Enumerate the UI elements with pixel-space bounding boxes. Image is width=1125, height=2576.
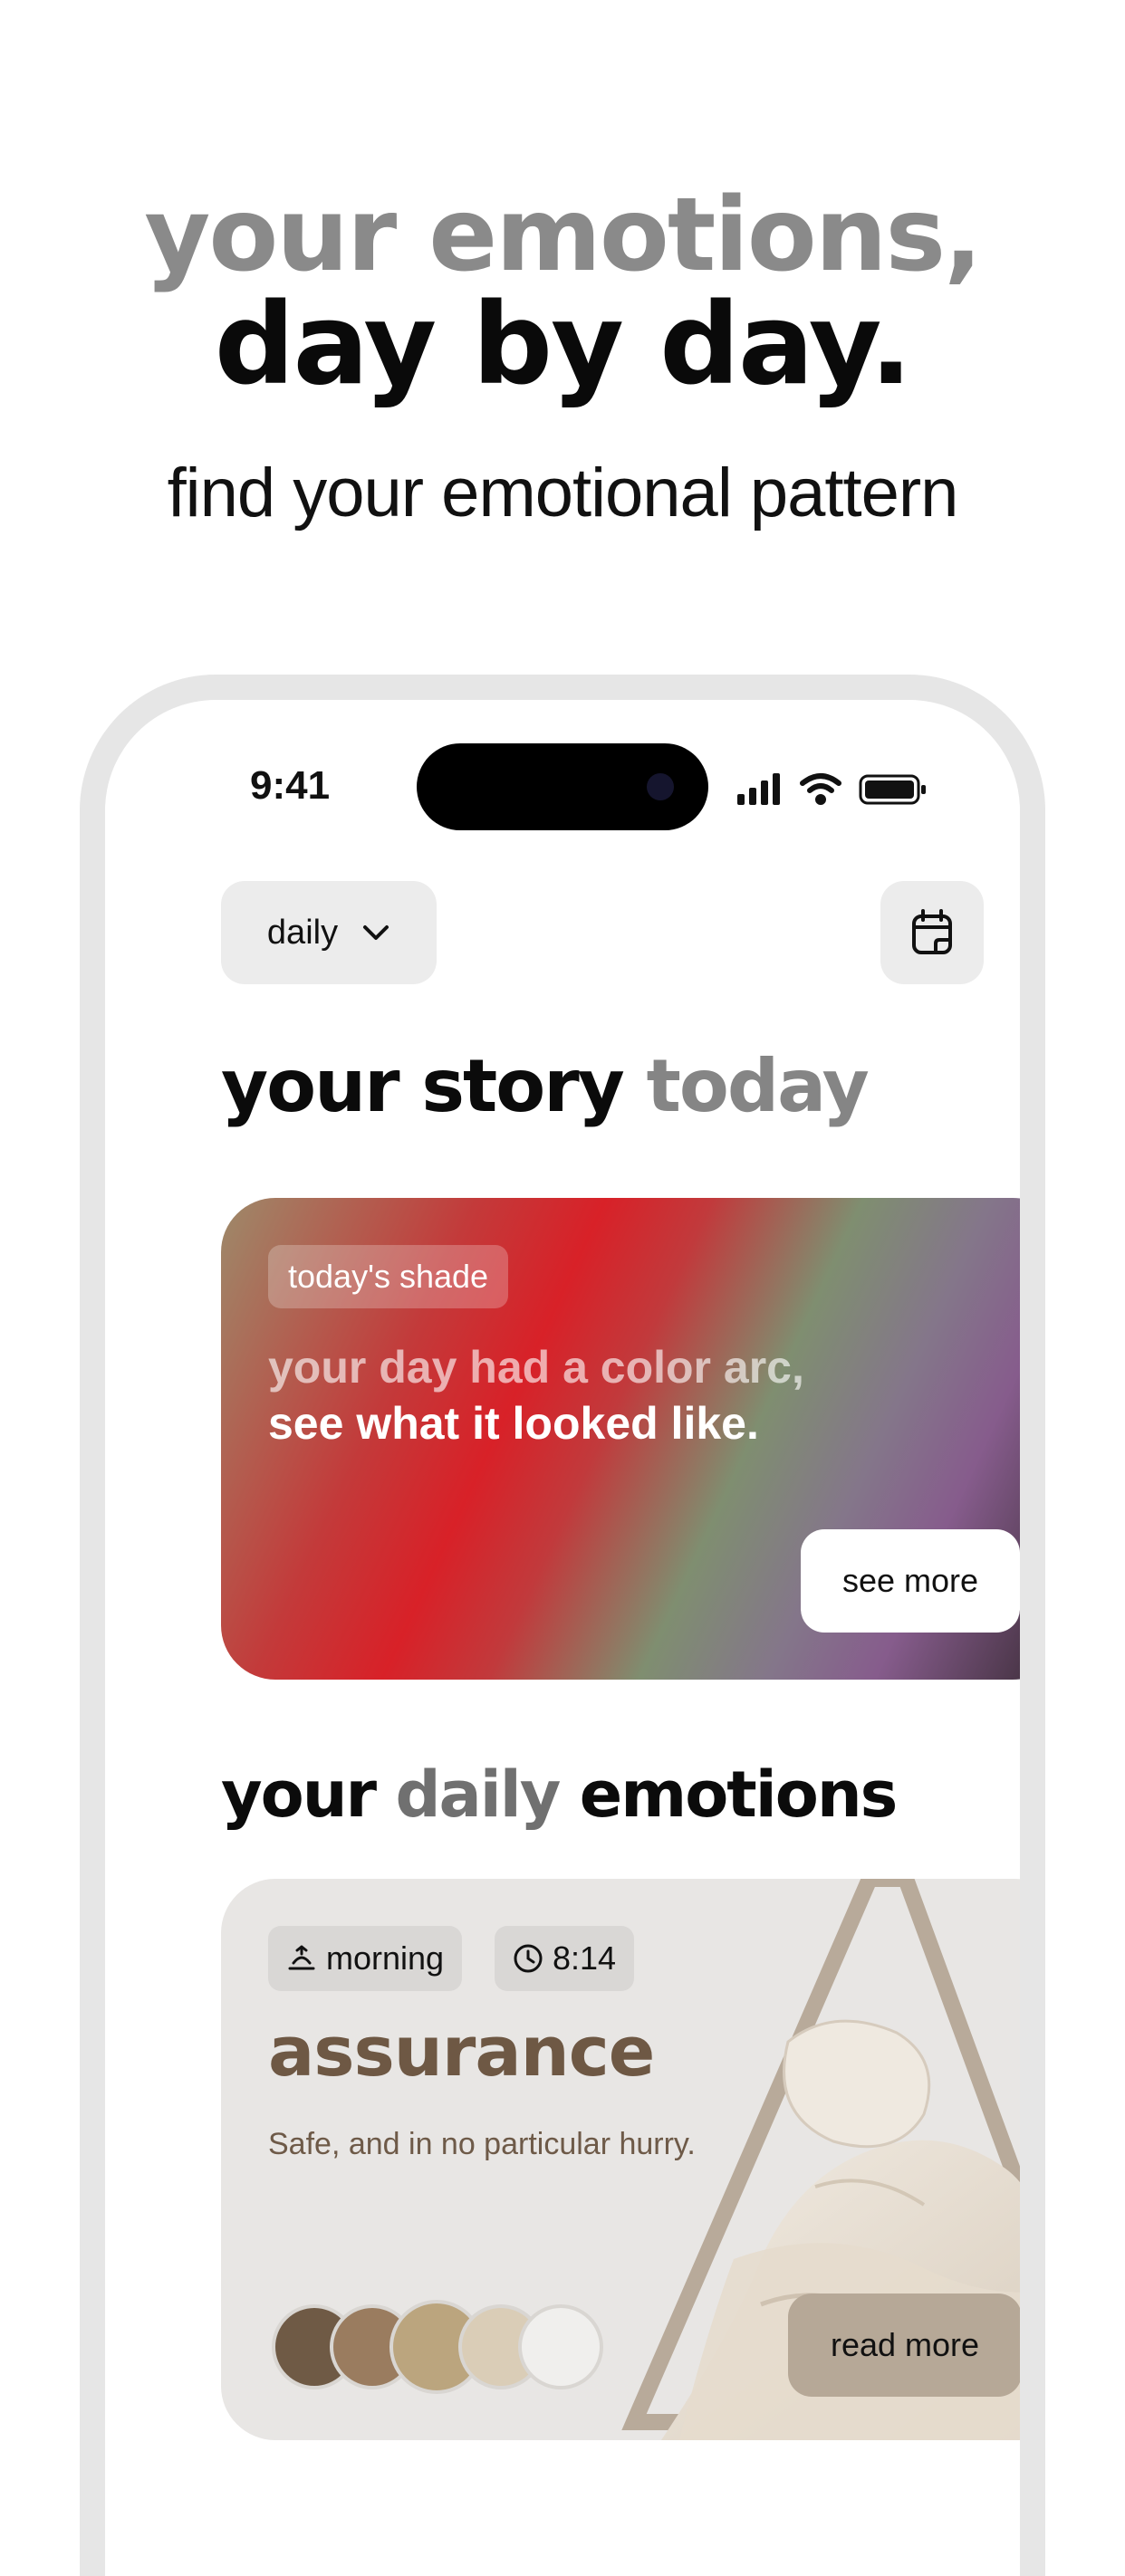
status-icons (737, 773, 926, 805)
color-swatches (272, 2300, 616, 2395)
emotions-title-accent: daily (395, 1757, 561, 1832)
hero-subtitle: find your emotional pattern (167, 455, 959, 531)
sunrise-icon (288, 1945, 315, 1970)
story-title-main: your story (221, 1044, 625, 1128)
emotion-card[interactable]: morning 8:14 assurance Safe, and in no p… (221, 1879, 1020, 2440)
swatch-5 (518, 2304, 603, 2389)
clock-icon (514, 1944, 543, 1973)
cellular-signal-icon (737, 773, 780, 805)
wifi-icon (800, 773, 841, 805)
calendar-icon (912, 909, 952, 954)
phone-frame: 9:41 daily your story today today's shad… (80, 675, 1045, 2576)
time-tag: 8:14 (495, 1926, 635, 1991)
see-more-button[interactable]: see more (801, 1529, 1020, 1633)
story-title: your story today (221, 1044, 870, 1128)
period-dropdown-label: daily (266, 913, 339, 952)
time-of-day-tag: morning (268, 1926, 463, 1991)
read-more-button[interactable]: read more (788, 2294, 1020, 2397)
time-of-day-label: morning (326, 1939, 445, 1977)
chevron-down-icon (363, 925, 389, 940)
emotion-description: Safe, and in no particular hurry. (268, 2127, 696, 2161)
hero-headline-line1: your emotions, (144, 177, 982, 294)
period-dropdown[interactable]: daily (221, 881, 437, 984)
status-time: 9:41 (250, 763, 331, 808)
emotion-name: assurance (268, 2011, 655, 2092)
dynamic-island (417, 743, 708, 830)
shade-text-line1: your day had a color arc, (268, 1342, 804, 1393)
calendar-button[interactable] (880, 881, 984, 984)
story-title-accent: today (646, 1044, 870, 1128)
battery-icon (859, 774, 926, 805)
emotions-title-part2: emotions (579, 1757, 899, 1832)
todays-shade-card[interactable]: today's shade your day had a color arc, … (221, 1198, 1020, 1680)
hero-headline-line2: day by day. (214, 280, 913, 410)
time-label: 8:14 (553, 1939, 617, 1977)
daily-emotions-title: your daily emotions (221, 1757, 899, 1832)
shade-text-line2: see what it looked like. (268, 1398, 759, 1449)
shade-pill: today's shade (268, 1245, 509, 1308)
camera-icon (647, 773, 674, 800)
emotions-title-part1: your (221, 1757, 377, 1832)
